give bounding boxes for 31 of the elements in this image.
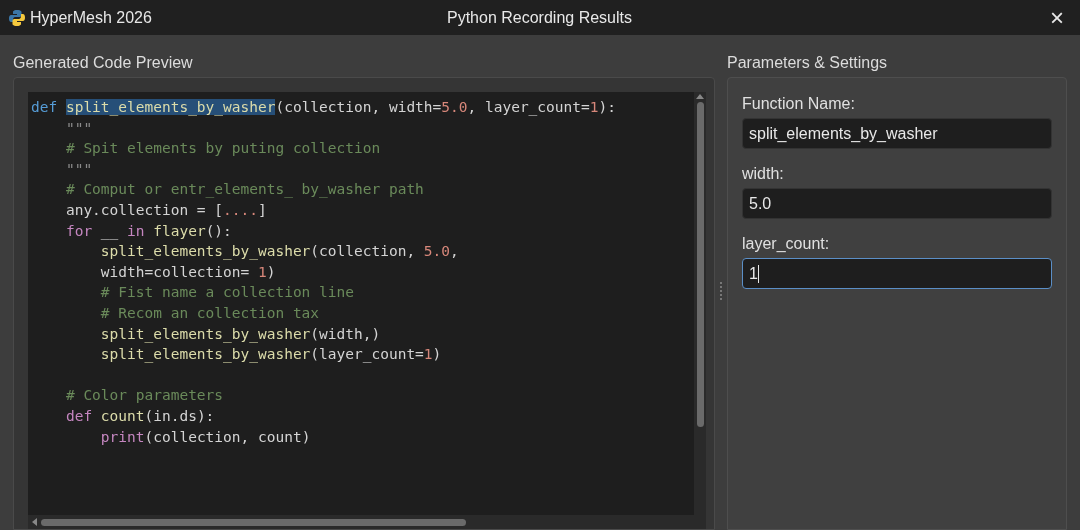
code-line: print(collection, count) [99,428,311,445]
horizontal-scrollbar[interactable] [28,515,706,529]
code-line: split_elements_by_washer(layer_count=1) [99,346,442,363]
app-name: HyperMesh 2026 [30,7,152,28]
panel-title: Parameters & Settings [727,53,889,73]
code-line: for __ in flayer(): [64,222,232,239]
code-line: split_elements_by_washer(collection, 5.0, [99,243,459,260]
vertical-scrollbar[interactable] [694,92,706,515]
field-label: Function Name: [742,94,856,114]
code-line: any.collection = [....] [64,201,267,218]
input-field[interactable]: split_elements_by_washer [742,118,1052,149]
code-line: def count(in.ds): [64,407,215,424]
python-logo-icon [8,8,26,27]
splitter-handle[interactable] [720,281,722,300]
code-line: """ [64,119,93,136]
code-line: # Fist name a collection line [99,284,354,301]
code-line: """ [64,160,93,177]
code-line: # Color parameters [64,387,224,404]
panel-title: Generated Code Preview [13,53,194,73]
code-line: width=collection= 1) [99,263,276,280]
code-line: # Recom an collection tax [99,304,320,321]
code-line: split_elements_by_washer(width,) [99,325,381,342]
code-line: # Spit elements by puting collection [64,140,381,157]
input-field[interactable]: 5.0 [742,188,1052,219]
code-line: def split_elements_by_washer(collection, width=5.0, layer_count=1): [31,99,616,115]
close-button[interactable]: × [1050,5,1064,30]
input-field[interactable]: 1 [742,258,1052,289]
field-label: layer_count: [742,234,831,254]
window-title: Python Recording Results [447,7,632,28]
field-label: width: [742,164,785,184]
code-line: # Comput or entr_elements_ by_washer path [64,181,424,198]
